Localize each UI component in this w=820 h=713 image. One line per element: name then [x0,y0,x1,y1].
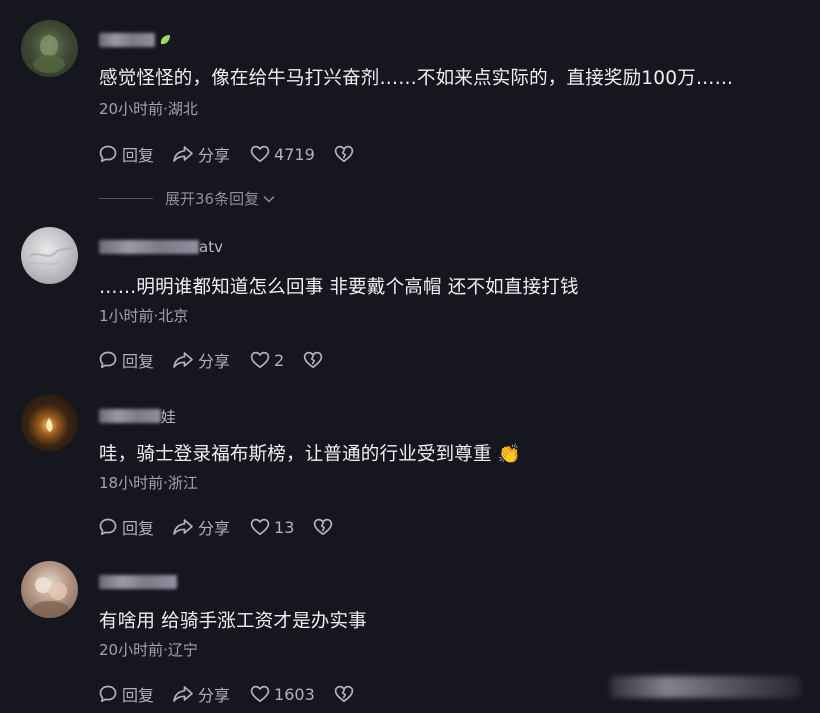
comment-bubble-icon [99,685,117,703]
broken-heart-icon [303,351,323,369]
reply-button[interactable]: 回复 [97,515,154,539]
expand-replies-button[interactable]: 展开36条回复 [99,188,277,209]
watermark [610,676,800,698]
like-button[interactable]: 1603 [249,683,315,705]
username-suffix: 娃 [161,407,177,426]
avatar[interactable] [21,20,78,77]
heart-icon [250,518,270,536]
like-button[interactable]: 13 [249,516,294,538]
username[interactable]: 娃 [99,406,176,426]
like-count: 1603 [274,684,315,704]
like-button[interactable]: 2 [249,349,284,371]
comment-bubble-icon [99,518,117,536]
comment-actions: 回复 分享 4719 [97,142,355,166]
heart-icon [250,685,270,703]
comment-bubble-icon [99,145,117,163]
reply-label: 回复 [122,686,155,705]
username[interactable] [99,572,177,592]
share-button[interactable]: 分享 [171,348,230,372]
comment-actions: 回复 分享 13 [97,515,334,539]
reply-label: 回复 [122,146,155,165]
comment-text: ……明明谁都知道怎么回事 非要戴个高帽 还不如直接打钱 [99,277,579,298]
avatar-image [33,35,65,73]
share-label: 分享 [198,352,231,371]
share-arrow-icon [173,686,193,702]
comment-meta: 20小时前·辽宁 [99,641,198,659]
reply-label: 回复 [122,519,155,538]
comment-text: 哇，骑士登录福布斯榜，让普通的行业受到尊重 👏 [99,444,522,465]
share-button[interactable]: 分享 [171,515,230,539]
share-label: 分享 [198,686,231,705]
comment-meta: 1小时前·北京 [99,307,189,325]
username-blurred [99,575,177,589]
share-label: 分享 [198,519,231,538]
comment-actions: 回复 分享 1603 [97,682,355,706]
chevron-down-icon [263,195,275,202]
share-arrow-icon [173,146,193,162]
share-button[interactable]: 分享 [171,142,230,166]
leaf-badge-icon [160,35,170,45]
comment-actions: 回复 分享 2 [97,348,324,372]
heart-icon [250,351,270,369]
username-blurred [99,409,161,423]
heart-icon [250,145,270,163]
avatar-image [46,418,53,432]
avatar[interactable] [21,394,78,451]
like-count: 2 [274,350,285,370]
comment-meta: 18小时前·浙江 [99,474,198,492]
comment-text: 有啥用 给骑手涨工资才是办实事 [99,611,367,632]
avatar-image [30,577,70,618]
dislike-button[interactable] [302,349,324,371]
expand-replies-label: 展开36条回复 [165,190,260,208]
dislike-button[interactable] [312,516,334,538]
broken-heart-icon [334,685,353,703]
username-blurred [99,240,199,254]
divider [99,198,153,199]
reply-button[interactable]: 回复 [97,142,154,166]
comment-meta: 20小时前·湖北 [99,100,198,118]
like-button[interactable]: 4719 [249,143,315,165]
share-button[interactable]: 分享 [171,682,230,706]
reply-button[interactable]: 回复 [97,348,154,372]
avatar-image [26,246,74,266]
comment-text: 感觉怪怪的，像在给牛马打兴奋剂……不如来点实际的，直接奖励100万…… [99,68,734,89]
like-count: 4719 [274,144,315,164]
reply-label: 回复 [122,352,155,371]
share-arrow-icon [173,352,193,368]
comment-bubble-icon [99,351,117,369]
share-label: 分享 [198,146,231,165]
reply-button[interactable]: 回复 [97,682,154,706]
dislike-button[interactable] [333,683,355,705]
broken-heart-icon [314,518,333,536]
username-suffix: atv [199,238,223,256]
username-blurred [99,33,155,47]
username[interactable]: atv [99,237,223,257]
dislike-button[interactable] [333,143,355,165]
avatar[interactable] [21,227,78,284]
share-arrow-icon [173,519,193,535]
avatar[interactable] [21,561,78,618]
username[interactable] [99,30,172,50]
like-count: 13 [274,517,295,537]
broken-heart-icon [334,145,353,163]
